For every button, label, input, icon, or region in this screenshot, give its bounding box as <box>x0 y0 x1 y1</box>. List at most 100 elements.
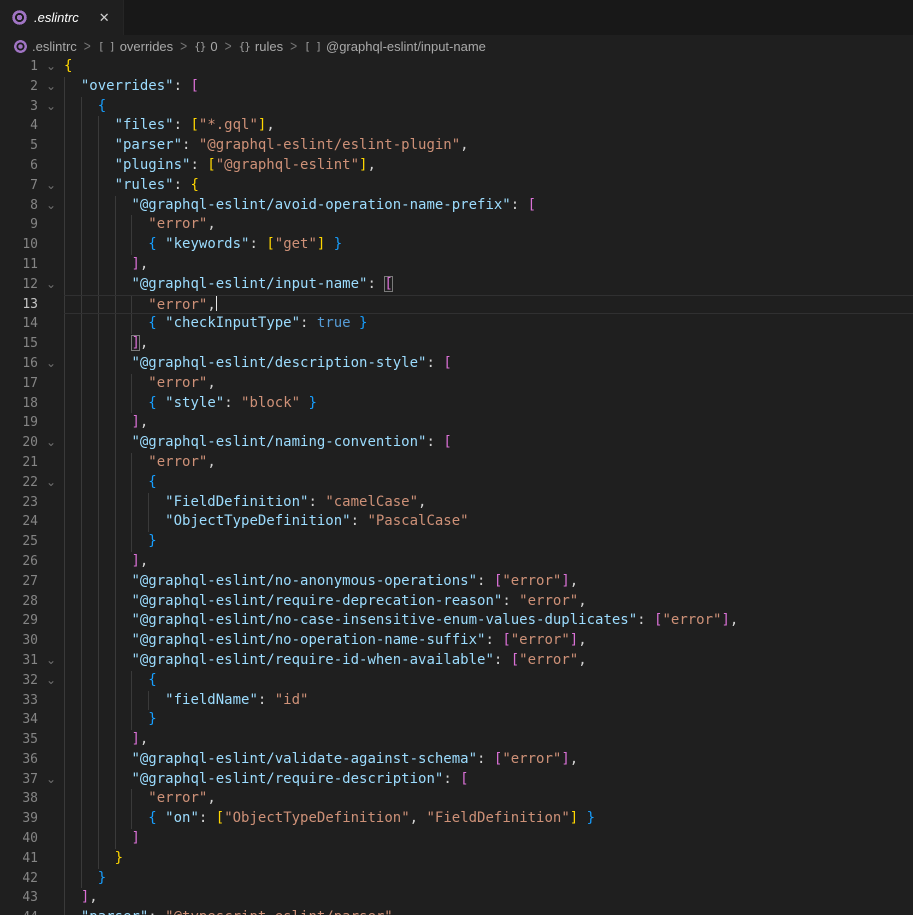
line-number[interactable]: 17 <box>0 374 38 394</box>
code-line[interactable]: 18 { "style": "block" } <box>0 394 913 414</box>
code-content[interactable]: ], <box>64 255 913 275</box>
line-number[interactable]: 7 <box>0 176 38 196</box>
code-content[interactable]: "@graphql-eslint/no-case-insensitive-enu… <box>64 611 913 631</box>
code-content[interactable]: "@graphql-eslint/no-operation-name-suffi… <box>64 631 913 651</box>
line-number[interactable]: 23 <box>0 493 38 513</box>
line-number[interactable]: 21 <box>0 453 38 473</box>
code-content[interactable]: ], <box>64 552 913 572</box>
line-number[interactable]: 22 <box>0 473 38 493</box>
code-content[interactable]: "@graphql-eslint/require-description": [ <box>64 770 913 790</box>
code-line[interactable]: 10 { "keywords": ["get"] } <box>0 235 913 255</box>
line-number[interactable]: 27 <box>0 572 38 592</box>
code-line[interactable]: 24 "ObjectTypeDefinition": "PascalCase" <box>0 512 913 532</box>
code-content[interactable]: { <box>64 57 913 77</box>
fold-chevron-icon[interactable]: ⌄ <box>38 97 64 117</box>
code-line[interactable]: 25 } <box>0 532 913 552</box>
code-line[interactable]: 26 ], <box>0 552 913 572</box>
line-number[interactable]: 43 <box>0 888 38 908</box>
fold-chevron-icon[interactable]: ⌄ <box>38 433 64 453</box>
fold-chevron-icon[interactable]: ⌄ <box>38 275 64 295</box>
code-line[interactable]: 38 "error", <box>0 789 913 809</box>
line-number[interactable]: 4 <box>0 116 38 136</box>
line-number[interactable]: 8 <box>0 196 38 216</box>
line-number[interactable]: 9 <box>0 215 38 235</box>
fold-chevron-icon[interactable]: ⌄ <box>38 77 64 97</box>
code-line[interactable]: 15 ], <box>0 334 913 354</box>
code-content[interactable]: "@graphql-eslint/require-id-when-availab… <box>64 651 913 671</box>
line-number[interactable]: 33 <box>0 691 38 711</box>
line-number[interactable]: 20 <box>0 433 38 453</box>
code-line[interactable]: 42 } <box>0 869 913 889</box>
line-number[interactable]: 15 <box>0 334 38 354</box>
code-content[interactable]: "plugins": ["@graphql-eslint"], <box>64 156 913 176</box>
code-line[interactable]: 35 ], <box>0 730 913 750</box>
fold-chevron-icon[interactable]: ⌄ <box>38 176 64 196</box>
code-line[interactable]: 43 ], <box>0 888 913 908</box>
breadcrumb-item-overrides[interactable]: [ ]overrides <box>98 39 173 54</box>
code-content[interactable]: "ObjectTypeDefinition": "PascalCase" <box>64 512 913 532</box>
line-number[interactable]: 26 <box>0 552 38 572</box>
fold-chevron-icon[interactable]: ⌄ <box>38 57 64 77</box>
line-number[interactable]: 14 <box>0 314 38 334</box>
code-line[interactable]: 8⌄ "@graphql-eslint/avoid-operation-name… <box>0 196 913 216</box>
fold-chevron-icon[interactable]: ⌄ <box>38 651 64 671</box>
code-content[interactable]: "overrides": [ <box>64 77 913 97</box>
code-content[interactable]: "error", <box>64 453 913 473</box>
code-line[interactable]: 19 ], <box>0 413 913 433</box>
line-number[interactable]: 40 <box>0 829 38 849</box>
breadcrumb-item--graphql-eslint-input-name[interactable]: [ ]@graphql-eslint/input-name <box>304 39 486 54</box>
code-content[interactable]: "FieldDefinition": "camelCase", <box>64 493 913 513</box>
code-line[interactable]: 37⌄ "@graphql-eslint/require-description… <box>0 770 913 790</box>
line-number[interactable]: 36 <box>0 750 38 770</box>
code-line[interactable]: 23 "FieldDefinition": "camelCase", <box>0 493 913 513</box>
code-content[interactable]: "error", <box>64 215 913 235</box>
code-line[interactable]: 39 { "on": ["ObjectTypeDefinition", "Fie… <box>0 809 913 829</box>
code-line[interactable]: 16⌄ "@graphql-eslint/description-style":… <box>0 354 913 374</box>
line-number[interactable]: 28 <box>0 592 38 612</box>
code-line[interactable]: 11 ], <box>0 255 913 275</box>
code-line[interactable]: 7⌄ "rules": { <box>0 176 913 196</box>
line-number[interactable]: 25 <box>0 532 38 552</box>
code-content[interactable]: ] <box>64 829 913 849</box>
code-content[interactable]: ], <box>64 413 913 433</box>
code-line[interactable]: 3⌄ { <box>0 97 913 117</box>
code-line[interactable]: 4 "files": ["*.gql"], <box>0 116 913 136</box>
code-line[interactable]: 32⌄ { <box>0 671 913 691</box>
line-number[interactable]: 41 <box>0 849 38 869</box>
code-content[interactable]: { "checkInputType": true } <box>64 314 913 334</box>
line-number[interactable]: 18 <box>0 394 38 414</box>
code-content[interactable]: { "style": "block" } <box>64 394 913 414</box>
code-line[interactable]: 17 "error", <box>0 374 913 394</box>
code-content[interactable]: "@graphql-eslint/require-deprecation-rea… <box>64 592 913 612</box>
code-content[interactable]: "error", <box>64 374 913 394</box>
code-content[interactable]: "@graphql-eslint/validate-against-schema… <box>64 750 913 770</box>
code-content[interactable]: ], <box>64 730 913 750</box>
code-line[interactable]: 1⌄{ <box>0 57 913 77</box>
line-number[interactable]: 30 <box>0 631 38 651</box>
code-content[interactable]: ], <box>64 888 913 908</box>
line-number[interactable]: 42 <box>0 869 38 889</box>
code-content[interactable]: "@graphql-eslint/description-style": [ <box>64 354 913 374</box>
breadcrumb-item-rules[interactable]: {}rules <box>239 39 283 54</box>
fold-chevron-icon[interactable]: ⌄ <box>38 770 64 790</box>
code-line[interactable]: 36 "@graphql-eslint/validate-against-sch… <box>0 750 913 770</box>
line-number[interactable]: 24 <box>0 512 38 532</box>
code-line[interactable]: 30 "@graphql-eslint/no-operation-name-su… <box>0 631 913 651</box>
line-number[interactable]: 31 <box>0 651 38 671</box>
editor[interactable]: 1⌄{2⌄ "overrides": [3⌄ {4 "files": ["*.g… <box>0 57 913 915</box>
line-number[interactable]: 3 <box>0 97 38 117</box>
line-number[interactable]: 32 <box>0 671 38 691</box>
code-content[interactable]: "@graphql-eslint/no-anonymous-operations… <box>64 572 913 592</box>
code-content[interactable]: "fieldName": "id" <box>64 691 913 711</box>
code-line[interactable]: 33 "fieldName": "id" <box>0 691 913 711</box>
line-number[interactable]: 11 <box>0 255 38 275</box>
code-line[interactable]: 21 "error", <box>0 453 913 473</box>
code-content[interactable]: "files": ["*.gql"], <box>64 116 913 136</box>
code-content[interactable]: { <box>64 473 913 493</box>
code-line[interactable]: 12⌄ "@graphql-eslint/input-name": [ <box>0 275 913 295</box>
code-line[interactable]: 41 } <box>0 849 913 869</box>
code-content[interactable]: "parser": "@graphql-eslint/eslint-plugin… <box>64 136 913 156</box>
line-number[interactable]: 1 <box>0 57 38 77</box>
line-number[interactable]: 13 <box>0 295 38 315</box>
line-number[interactable]: 10 <box>0 235 38 255</box>
